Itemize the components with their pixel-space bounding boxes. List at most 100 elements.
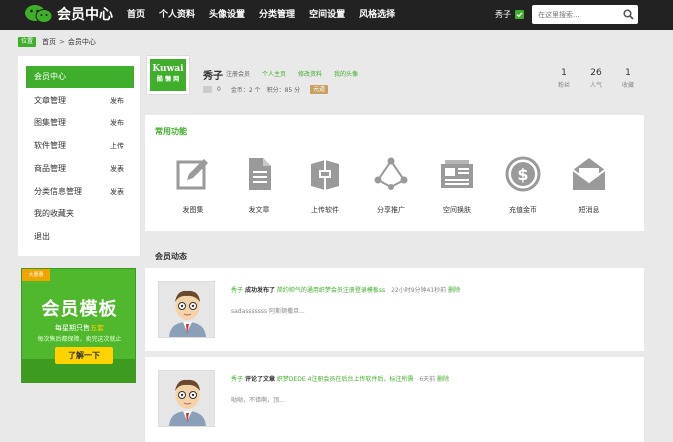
promo-subtitle-2: 每次售后都保障，卖完这次就止: [37, 336, 122, 343]
sidebar-item-label: 图集管理: [34, 118, 66, 127]
func-post-article[interactable]: 发文章: [232, 156, 286, 215]
promo-banner[interactable]: 大惠惠 会员模板 每星期只售五套 每次售后都保障，卖完这次就止 了解一下: [21, 268, 136, 383]
sidebar-item-products[interactable]: 商品管理 发表: [26, 158, 134, 180]
activity-target[interactable]: 简约帅气的通用织梦会员注册登录模板ss: [277, 287, 385, 294]
promo-subtitle-highlight: 五套: [90, 324, 104, 332]
activity-user[interactable]: 秀子: [231, 287, 243, 294]
stat-number: 1: [625, 68, 631, 78]
point-count: 积分：85 分: [266, 87, 301, 94]
func-recharge-coins[interactable]: $ 充值金币: [496, 156, 550, 215]
sidebar-item-albums[interactable]: 图集管理 发布: [26, 112, 134, 134]
sidebar-item-articles[interactable]: 文章管理 发布: [26, 90, 134, 112]
sidebar-item-action[interactable]: 发布: [110, 112, 124, 134]
func-label: 上传软件: [311, 206, 339, 214]
activity-time: 22小时9分钟41秒前: [391, 287, 447, 294]
svg-text:$: $: [517, 165, 528, 184]
activity-delete-button[interactable]: 删除: [437, 376, 449, 383]
stat-favorites[interactable]: 1 收藏: [622, 68, 634, 89]
logo-text: 会员中心: [57, 7, 113, 23]
stat-number: 26: [590, 68, 602, 78]
level-badge: 元道: [310, 85, 329, 94]
common-functions-title: 常用功能: [155, 127, 187, 136]
edit-icon: [175, 156, 211, 192]
stat-label: 收藏: [622, 82, 635, 89]
user-name: 秀子: [495, 10, 511, 19]
nav-avatar-settings[interactable]: 头像设置: [209, 0, 245, 30]
func-label: 空间换肤: [443, 206, 471, 214]
user-avatar[interactable]: Kuwai 酷 懒 网: [146, 55, 190, 95]
profile-name: 秀子: [203, 71, 223, 82]
promo-subtitle: 每星期只售五套: [22, 323, 135, 333]
activity-summary: 呦呦，不错啊，顶...: [231, 397, 285, 404]
func-label: 充值金币: [509, 206, 537, 214]
search-icon[interactable]: [623, 9, 634, 20]
activity-avatar[interactable]: [158, 281, 215, 338]
activity-user[interactable]: 秀子: [231, 376, 243, 383]
avatar-logo-text: Kuwai: [152, 64, 184, 74]
nav-profile[interactable]: 个人资料: [159, 0, 195, 30]
profile-edit-link[interactable]: 修改资料: [298, 69, 322, 78]
func-label: 发图集: [182, 206, 204, 214]
breadcrumb-home[interactable]: 首页: [42, 37, 56, 47]
func-short-message[interactable]: 短消息: [562, 156, 616, 215]
func-upload-software[interactable]: 上传软件: [298, 156, 352, 215]
activity-time: 6天前: [419, 376, 436, 383]
search-box: [532, 5, 638, 24]
wechat-icon: [24, 4, 54, 24]
dollar-coin-icon: $: [505, 156, 541, 192]
stat-fans[interactable]: 1 粉丝: [558, 68, 570, 89]
sidebar-item-label: 我的收藏夹: [34, 209, 74, 218]
breadcrumb-tag: 位置: [18, 37, 37, 47]
promo-learn-more-button[interactable]: 了解一下: [55, 347, 113, 364]
stat-number: 1: [561, 68, 567, 78]
nav-category-management[interactable]: 分类管理: [259, 0, 295, 30]
sidebar-item-label: 软件管理: [34, 141, 66, 150]
sidebar-item-classifieds[interactable]: 分类信息管理 发表: [26, 181, 134, 203]
document-icon: [241, 156, 277, 192]
promo-subtitle-text: 每星期只售: [55, 324, 90, 332]
func-share-promote[interactable]: 分享推广: [364, 156, 418, 215]
activity-delete-button[interactable]: 删除: [448, 287, 460, 294]
sidebar-item-software[interactable]: 软件管理 上传: [26, 135, 134, 157]
sidebar-item-label: 退出: [34, 232, 50, 241]
sidebar-item-action[interactable]: 发表: [110, 158, 124, 180]
activity-action: 成功发布了: [244, 287, 275, 294]
stat-label: 人气: [590, 82, 603, 89]
sidebar: 会员中心 文章管理 发布 图集管理 发布 软件管理 上传 商品管理 发表 分类信…: [18, 56, 140, 256]
func-post-album[interactable]: 发图集: [166, 156, 220, 215]
activity-target[interactable]: 织梦DEDE 4注册会员在后台上传软件后，标注所需: [277, 376, 414, 383]
search-input[interactable]: [532, 5, 620, 24]
sidebar-item-action[interactable]: 发表: [110, 181, 124, 203]
func-change-skin[interactable]: 空间换肤: [430, 156, 484, 215]
breadcrumb-current[interactable]: 会员中心: [68, 37, 96, 47]
message-icon[interactable]: [203, 86, 212, 93]
nav-space-settings[interactable]: 空间设置: [309, 0, 345, 30]
sidebar-item-favorites[interactable]: 我的收藏夹: [26, 203, 134, 225]
activity-avatar[interactable]: [158, 370, 215, 427]
sidebar-item-member-center[interactable]: 会员中心: [26, 66, 134, 88]
activity-line: 秀子 成功发布了 简约帅气的通用织梦会员注册登录模板ss 22小时9分钟41秒前…: [231, 285, 460, 294]
sidebar-item-label: 会员中心: [34, 72, 66, 81]
func-label: 发文章: [248, 206, 270, 214]
share-icon: [373, 156, 409, 192]
profile-home-link[interactable]: 个人主页: [262, 69, 286, 78]
sidebar-item-label: 文章管理: [34, 96, 66, 105]
profile-avatar-link[interactable]: 我的头像: [334, 69, 358, 78]
sidebar-item-logout[interactable]: 退出: [26, 226, 134, 248]
coin-count: 金币：2 个: [230, 87, 261, 94]
sidebar-item-action[interactable]: 发布: [110, 90, 124, 112]
stat-popularity[interactable]: 26 人气: [590, 68, 602, 89]
breadcrumb-separator: >: [59, 38, 65, 46]
profile-meta: 0 金币：2 个 积分：85 分 元道: [203, 85, 329, 94]
logo[interactable]: 会员中心: [24, 4, 113, 24]
sidebar-item-action[interactable]: 上传: [110, 135, 124, 157]
nav-style-selection[interactable]: 风格选择: [359, 0, 395, 30]
sidebar-item-label: 分类信息管理: [34, 187, 82, 196]
activity-summary: sadasssssss 阿斯顿撒旦...: [231, 308, 305, 315]
current-user[interactable]: 秀子: [495, 9, 524, 20]
nav-home[interactable]: 首页: [127, 0, 145, 30]
activity-action: 评论了文章: [244, 376, 275, 383]
promo-title: 会员模板: [41, 299, 118, 320]
promo-corner-badge: 大惠惠: [22, 269, 50, 281]
activity-item: 秀子 评论了文章 织梦DEDE 4注册会员在后台上传软件后，标注所需 6天前 删…: [145, 357, 644, 442]
